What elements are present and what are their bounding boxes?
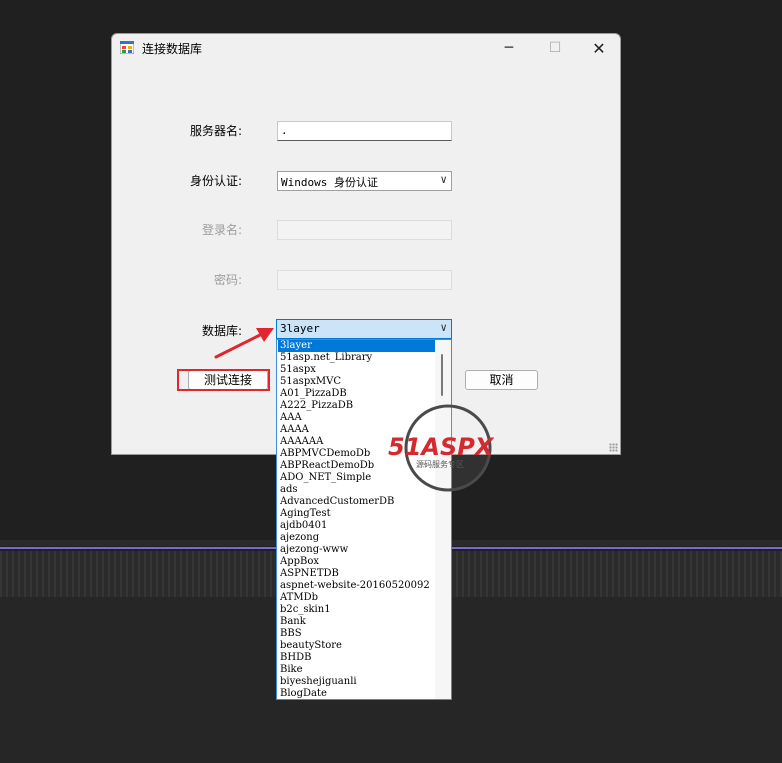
dropdown-option[interactable]: Bank (278, 616, 436, 628)
server-input[interactable]: . (277, 121, 452, 141)
close-icon: ✕ (592, 38, 606, 58)
server-label: 服务器名: (189, 124, 242, 138)
maximize-icon: ☐ (548, 40, 562, 56)
login-label: 登录名: (201, 223, 242, 237)
dropdown-option[interactable]: aspnet-website-20160520092 (278, 580, 436, 592)
database-options: 3layer 51asp.net_Library 51aspx 51aspxMVC A0… (278, 340, 436, 699)
chevron-down-icon: ∨ (440, 173, 447, 186)
annotation-arrow-icon (214, 328, 274, 359)
dropdown-option[interactable]: 51asp.net_Library (278, 352, 436, 364)
login-input[interactable] (277, 220, 452, 240)
password-label: 密码: (213, 273, 242, 287)
cancel-button[interactable]: 取消 (465, 370, 538, 390)
watermark-logo: 51ASPX 源码服务专区 (388, 404, 495, 492)
auth-select[interactable]: Windows 身份认证 ∨ (277, 171, 452, 191)
dropdown-option[interactable]: 3layer (278, 340, 436, 352)
resize-grip[interactable] (609, 443, 618, 452)
dropdown-option[interactable]: AgingTest (278, 508, 436, 520)
close-button[interactable]: ✕ (576, 34, 620, 62)
scrollbar-thumb[interactable] (441, 354, 443, 396)
title-bar[interactable]: 连接数据库 ─ ☐ ✕ (112, 34, 620, 62)
dropdown-option[interactable]: 51aspx (278, 364, 436, 376)
maximize-button[interactable]: ☐ (532, 34, 578, 62)
window-title: 连接数据库 (142, 42, 203, 56)
dropdown-option[interactable]: ASPNETDB (278, 568, 436, 580)
auth-label: 身份认证: (189, 174, 242, 188)
dropdown-option[interactable]: beautyStore (278, 640, 436, 652)
dropdown-option[interactable]: Bike (278, 664, 436, 676)
watermark-brand: 51ASPX (388, 433, 495, 461)
dropdown-option[interactable]: ajezong-www (278, 544, 436, 556)
dropdown-option[interactable]: BBS (278, 628, 436, 640)
dropdown-option[interactable]: BHDB (278, 652, 436, 664)
auth-select-value: Windows 身份认证 (281, 176, 378, 189)
dropdown-option[interactable]: b2c_skin1 (278, 604, 436, 616)
dropdown-option[interactable]: BlogDate (278, 688, 436, 699)
database-dropdown-list[interactable]: 3layer 51asp.net_Library 51aspx 51aspxMVC A0… (276, 339, 452, 700)
dropdown-option[interactable]: AppBox (278, 556, 436, 568)
dropdown-option[interactable]: AdvancedCustomerDB (278, 496, 436, 508)
dropdown-scrollbar[interactable] (435, 340, 451, 699)
dropdown-option[interactable]: 51aspxMVC (278, 376, 436, 388)
database-select-value: 3layer (280, 322, 320, 335)
watermark-tagline: 源码服务专区 (416, 459, 464, 469)
app-icon (120, 41, 134, 54)
dropdown-option[interactable]: ajdb0401 (278, 520, 436, 532)
database-select[interactable]: 3layer ∨ (276, 319, 452, 339)
dropdown-option[interactable]: A01_PizzaDB (278, 388, 436, 400)
password-input[interactable] (277, 270, 452, 290)
chevron-down-icon: ∨ (440, 321, 447, 334)
minimize-icon: ─ (504, 40, 514, 56)
dropdown-option[interactable]: biyeshejiguanli (278, 676, 436, 688)
dropdown-option[interactable]: ajezong (278, 532, 436, 544)
minimize-button[interactable]: ─ (486, 34, 532, 62)
annotation-highlight-box (177, 369, 270, 391)
dropdown-option[interactable]: ATMDb (278, 592, 436, 604)
